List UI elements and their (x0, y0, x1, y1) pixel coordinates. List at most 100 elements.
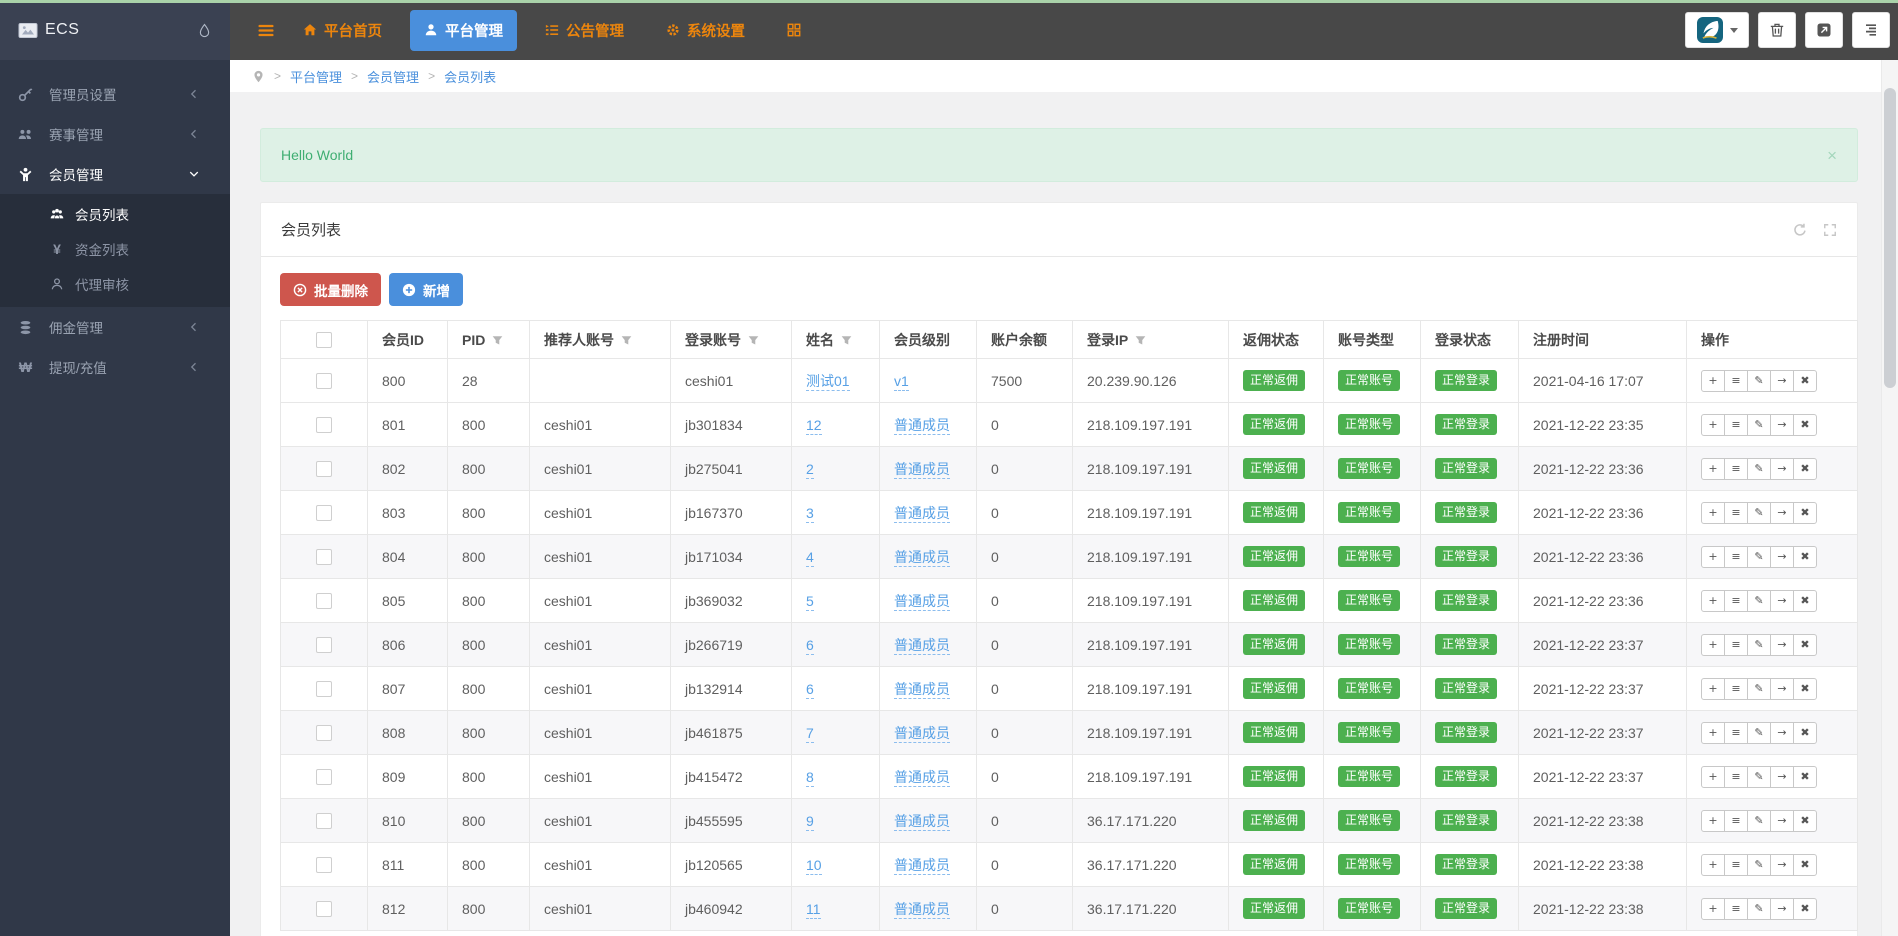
add-action-button[interactable]: + (1701, 722, 1725, 744)
browser-button-quill-extension-icon[interactable] (1685, 12, 1749, 48)
hamburger-menu-icon[interactable] (257, 23, 275, 38)
transfer-action-button[interactable]: → (1770, 502, 1794, 524)
edit-action-button[interactable]: ✎ (1747, 546, 1771, 568)
transfer-action-button[interactable]: → (1770, 722, 1794, 744)
row-checkbox[interactable] (316, 417, 332, 433)
row-checkbox[interactable] (316, 857, 332, 873)
vertical-scrollbar[interactable] (1881, 60, 1898, 936)
funnel-filter-icon[interactable] (841, 333, 852, 344)
edit-action-button[interactable]: ✎ (1747, 898, 1771, 920)
row-checkbox[interactable] (316, 637, 332, 653)
column-header-account[interactable]: 登录账号 (671, 321, 792, 359)
link-level[interactable]: 普通成员 (894, 857, 950, 875)
delete-action-button[interactable]: ✖ (1793, 590, 1817, 612)
funnel-filter-icon[interactable] (748, 333, 759, 344)
edit-action-button[interactable]: ✎ (1747, 722, 1771, 744)
edit-action-button[interactable]: ✎ (1747, 458, 1771, 480)
delete-action-button[interactable]: ✖ (1793, 502, 1817, 524)
edit-action-button[interactable]: ✎ (1747, 854, 1771, 876)
link-name[interactable]: 测试01 (806, 373, 850, 391)
row-checkbox[interactable] (316, 725, 332, 741)
detail-action-button[interactable]: ≡ (1724, 810, 1748, 832)
edit-action-button[interactable]: ✎ (1747, 414, 1771, 436)
edit-action-button[interactable]: ✎ (1747, 810, 1771, 832)
breadcrumb-link-会员管理[interactable]: 会员管理 (367, 67, 419, 86)
funnel-filter-icon[interactable] (492, 333, 503, 344)
detail-action-button[interactable]: ≡ (1724, 766, 1748, 788)
sidebar-item-赛事管理[interactable]: 赛事管理 (0, 114, 230, 154)
sidebar-subitem-会员列表[interactable]: 会员列表 (0, 196, 230, 231)
browser-button-trash-icon[interactable] (1758, 12, 1796, 48)
funnel-filter-icon[interactable] (1135, 333, 1146, 344)
row-checkbox[interactable] (316, 505, 332, 521)
link-level[interactable]: 普通成员 (894, 505, 950, 523)
detail-action-button[interactable]: ≡ (1724, 634, 1748, 656)
row-checkbox[interactable] (316, 681, 332, 697)
link-name[interactable]: 2 (806, 461, 814, 479)
edit-action-button[interactable]: ✎ (1747, 678, 1771, 700)
topnav-item-公告管理[interactable]: 公告管理 (531, 10, 638, 51)
row-checkbox[interactable] (316, 769, 332, 785)
transfer-action-button[interactable]: → (1770, 810, 1794, 832)
add-action-button[interactable]: + (1701, 766, 1725, 788)
transfer-action-button[interactable]: → (1770, 458, 1794, 480)
link-name[interactable]: 8 (806, 769, 814, 787)
row-checkbox[interactable] (316, 901, 332, 917)
link-level[interactable]: 普通成员 (894, 461, 950, 479)
sidebar-subitem-资金列表[interactable]: ¥资金列表 (0, 231, 230, 266)
sidebar-subitem-代理审核[interactable]: 代理审核 (0, 266, 230, 301)
link-level[interactable]: v1 (894, 373, 909, 391)
detail-action-button[interactable]: ≡ (1724, 722, 1748, 744)
link-name[interactable]: 11 (806, 901, 821, 919)
link-name[interactable]: 5 (806, 593, 814, 611)
delete-action-button[interactable]: ✖ (1793, 546, 1817, 568)
delete-action-button[interactable]: ✖ (1793, 678, 1817, 700)
delete-action-button[interactable]: ✖ (1793, 370, 1817, 392)
breadcrumb-link-会员列表[interactable]: 会员列表 (444, 67, 496, 86)
link-name[interactable]: 10 (806, 857, 822, 875)
select-all-checkbox[interactable] (316, 332, 332, 348)
transfer-action-button[interactable]: → (1770, 766, 1794, 788)
row-checkbox[interactable] (316, 461, 332, 477)
delete-action-button[interactable]: ✖ (1793, 634, 1817, 656)
transfer-action-button[interactable]: → (1770, 590, 1794, 612)
link-name[interactable]: 9 (806, 813, 814, 831)
topnav-item-平台管理[interactable]: 平台管理 (410, 10, 517, 51)
link-level[interactable]: 普通成员 (894, 769, 950, 787)
browser-button-reader-list-icon[interactable] (1852, 12, 1890, 48)
detail-action-button[interactable]: ≡ (1724, 854, 1748, 876)
link-name[interactable]: 4 (806, 549, 814, 567)
add-button[interactable]: 新增 (389, 273, 463, 306)
link-name[interactable]: 6 (806, 637, 814, 655)
transfer-action-button[interactable]: → (1770, 634, 1794, 656)
column-header-name[interactable]: 姓名 (792, 321, 880, 359)
transfer-action-button[interactable]: → (1770, 414, 1794, 436)
add-action-button[interactable]: + (1701, 370, 1725, 392)
delete-action-button[interactable]: ✖ (1793, 414, 1817, 436)
detail-action-button[interactable]: ≡ (1724, 370, 1748, 392)
topnav-item-系统设置[interactable]: 系统设置 (652, 10, 759, 51)
row-checkbox[interactable] (316, 813, 332, 829)
detail-action-button[interactable]: ≡ (1724, 546, 1748, 568)
add-action-button[interactable]: + (1701, 458, 1725, 480)
detail-action-button[interactable]: ≡ (1724, 678, 1748, 700)
column-header-ip[interactable]: 登录IP (1073, 321, 1229, 359)
add-action-button[interactable]: + (1701, 678, 1725, 700)
link-level[interactable]: 普通成员 (894, 549, 950, 567)
delete-action-button[interactable]: ✖ (1793, 458, 1817, 480)
link-name[interactable]: 12 (806, 417, 822, 435)
add-action-button[interactable]: + (1701, 414, 1725, 436)
add-action-button[interactable]: + (1701, 854, 1725, 876)
topnav-item-平台首页[interactable]: 平台首页 (289, 10, 396, 51)
row-checkbox[interactable] (316, 593, 332, 609)
detail-action-button[interactable]: ≡ (1724, 898, 1748, 920)
delete-action-button[interactable]: ✖ (1793, 854, 1817, 876)
topnav-item-grid[interactable] (773, 13, 815, 47)
column-header-pid[interactable]: PID (448, 321, 530, 359)
edit-action-button[interactable]: ✎ (1747, 634, 1771, 656)
row-checkbox[interactable] (316, 373, 332, 389)
detail-action-button[interactable]: ≡ (1724, 414, 1748, 436)
delete-action-button[interactable]: ✖ (1793, 766, 1817, 788)
detail-action-button[interactable]: ≡ (1724, 590, 1748, 612)
link-name[interactable]: 3 (806, 505, 814, 523)
